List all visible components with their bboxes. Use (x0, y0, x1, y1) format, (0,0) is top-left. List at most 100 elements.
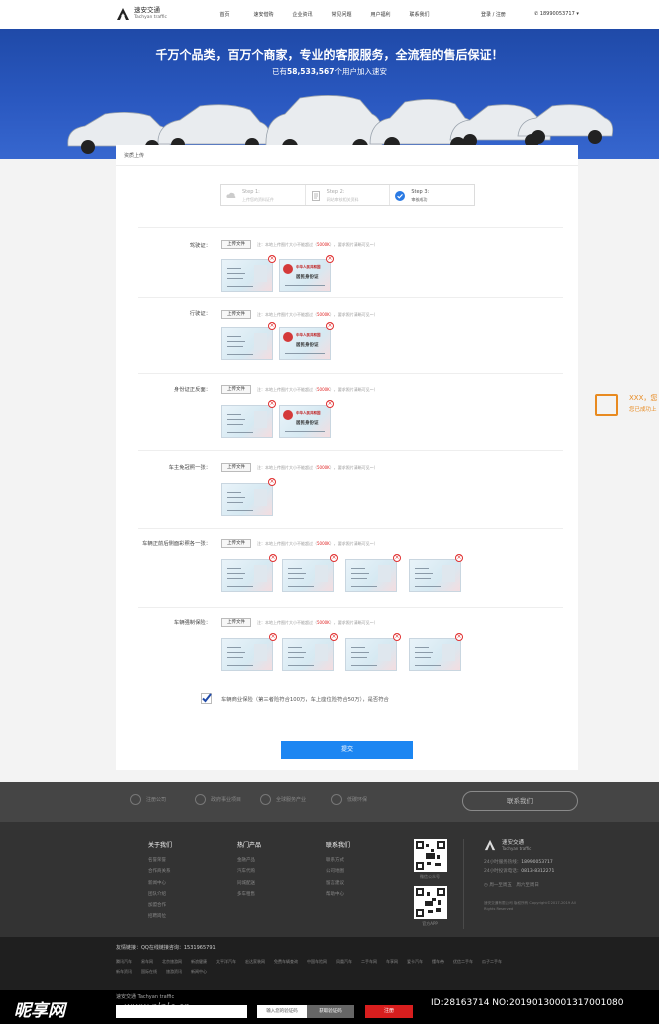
insurance-checkbox[interactable] (201, 693, 212, 704)
watermark: 昵享网 (14, 1001, 65, 1021)
service-hours: ◷ 周一至周五 周六至周日 (484, 883, 539, 888)
verification-code-input[interactable]: 输入您的验证码 (257, 1005, 307, 1018)
nav-benefits[interactable]: 用户福利 (361, 11, 400, 18)
nav-contact[interactable]: 联系我们 (400, 11, 439, 18)
step-progress: Step 1: 上传您的资料证件 Step 2: 网站审核相关资料 Step 3… (220, 184, 475, 206)
nav-purchase[interactable]: 速安借购 (244, 11, 283, 18)
remove-image-icon[interactable]: × (455, 554, 463, 562)
remove-image-icon[interactable]: × (393, 554, 401, 562)
register-button[interactable]: 注册 (365, 1005, 413, 1018)
id-card-front-thumbnail[interactable] (221, 405, 273, 438)
submit-button[interactable]: 提交 (281, 741, 413, 759)
vehicle-photo-thumbnail[interactable] (409, 559, 461, 592)
vehicle-photo-thumbnail[interactable] (282, 559, 334, 592)
vehicle-photo-thumbnail[interactable] (221, 559, 273, 592)
phone-input[interactable] (116, 1005, 247, 1018)
login-register-link[interactable]: 登录 / 注册 (481, 11, 506, 18)
certificate-icon (595, 394, 618, 416)
id-card-back-thumbnail[interactable]: 中华人民共和国 居民身份证 (279, 259, 331, 292)
document-review-icon (311, 191, 320, 201)
remove-image-icon[interactable]: × (330, 554, 338, 562)
step-1: Step 1: 上传您的资料证件 (221, 185, 306, 205)
field-label: 车辆正前后侧面彩照各一张： (142, 541, 211, 547)
remove-image-icon[interactable]: × (326, 400, 334, 408)
id-card-front-thumbnail[interactable] (221, 483, 273, 516)
link-row: 腾讯汽车 易车网 北京旅游网 新浪健康 太平洋汽车 宏达家装网 免费车辆查询 中国车险网 凤凰汽… (116, 959, 502, 964)
get-code-button[interactable]: 获取验证码 (307, 1005, 354, 1018)
footer-features: 注册公司 政府事业项目 全球服务产业 低碳环保 联系我们 (0, 782, 659, 822)
field-label: 车辆强制保险： (173, 620, 211, 626)
remove-image-icon[interactable]: × (326, 255, 334, 263)
brand-logo[interactable]: 速安交通 Tachyan traffic (116, 7, 167, 21)
chevron-down-icon: ▾ (574, 11, 579, 17)
upload-button[interactable]: 上传文件 (221, 618, 251, 627)
banner-title: 千万个品类，百万个商家，专业的客服服务，全流程的售后保证！ (155, 48, 504, 62)
insurance-confirm: 车辆商业保险（第三者险符合100万，车上座位险符合50万），是否符合 (201, 693, 389, 704)
insurance-confirm-label: 车辆商业保险（第三者险符合100万，车上座位险符合50万），是否符合 (221, 696, 389, 703)
bottom-brand: 速安交通 Tachyan traffic (116, 994, 175, 1000)
divider (138, 373, 563, 374)
feature-item: 政府事业项目 (195, 794, 241, 805)
remove-image-icon[interactable]: × (330, 633, 338, 641)
id-card-back-thumbnail[interactable]: 中华人民共和国 居民身份证 (279, 405, 331, 438)
vehicle-photo-thumbnail[interactable] (345, 559, 397, 592)
upload-panel: 资质上传 Step 1: 上传您的资料证件 Step 2: 网站审核相关资料 S… (116, 145, 578, 770)
feature-item: 注册公司 (130, 794, 166, 805)
remove-image-icon[interactable]: × (455, 633, 463, 641)
insurance-photo-thumbnail[interactable] (409, 638, 461, 671)
phone-number: 18990053717 (539, 11, 575, 17)
divider (138, 450, 563, 451)
friend-links-title: 友情链接：QQ在线链接咨询：1531965791 (116, 945, 216, 951)
remove-image-icon[interactable]: × (268, 400, 276, 408)
footer: 关于我们 名誉荣誉 合作商关系 新闻中心 团队介绍 加盟合作 招聘岗位 热门产品… (0, 822, 659, 937)
remove-image-icon[interactable]: × (269, 554, 277, 562)
insurance-photo-thumbnail[interactable] (282, 638, 334, 671)
upload-button[interactable]: 上传文件 (221, 385, 251, 394)
page-title: 资质上传 (124, 153, 145, 159)
complaint-hotline: 24小时投诉电话：0813-8312271 (484, 869, 555, 874)
contact-us-button[interactable]: 联系我们 (462, 791, 578, 811)
floating-notification[interactable]: XXX，您 您已成功上 (591, 391, 659, 421)
upload-button[interactable]: 上传文件 (221, 539, 251, 548)
top-navbar: 速安交通 Tachyan traffic 首页 速安借购 企业资讯 常见问题 用… (0, 0, 659, 29)
nav-home[interactable]: 首页 (205, 11, 244, 18)
friend-links: 友情链接：QQ在线链接咨询：1531965791 腾讯汽车 易车网 北京旅游网 新浪健… (0, 937, 659, 990)
upload-button[interactable]: 上传文件 (221, 463, 251, 472)
nav-faq[interactable]: 常见问题 (322, 11, 361, 18)
step-3: Step 3: 审核成功 (390, 185, 474, 205)
company-icon (130, 794, 141, 805)
id-card-back-thumbnail[interactable]: 中华人民共和国 居民身份证 (279, 327, 331, 360)
brand-name: 速安交通 (134, 6, 160, 14)
hero-banner: 千万个品类，百万个商家，专业的客服服务，全流程的售后保证！ 已有58,533,5… (0, 29, 659, 159)
upload-hint: 注：本地上传图片大小不能超过（5000K），要求照片清晰可见～） (257, 620, 378, 625)
upload-button[interactable]: 上传文件 (221, 310, 251, 319)
service-hotline: 24小时服务热线：18990053717 (484, 860, 553, 865)
feature-item: 全球服务产业 (260, 794, 306, 805)
footer-col-products: 热门产品 金融产品 汽车代购 同城配送 多车租售 (237, 842, 262, 897)
phone-dropdown[interactable]: ✆ 18990053717 ▾ (534, 11, 579, 17)
app-qr-code (414, 886, 447, 919)
remove-image-icon[interactable]: × (269, 633, 277, 641)
upload-hint: 注：本地上传图片大小不能超过（5000K），要求照片清晰可见～） (257, 312, 378, 317)
nav-news[interactable]: 企业资讯 (283, 11, 322, 18)
copyright: 速安交通有限公司 版权所有 Copyright©2017-2019 All Ri… (484, 901, 576, 911)
id-card-front-thumbnail[interactable] (221, 259, 273, 292)
remove-image-icon[interactable]: × (268, 255, 276, 263)
upload-button[interactable]: 上传文件 (221, 240, 251, 249)
remove-image-icon[interactable]: × (268, 478, 276, 486)
check-circle-icon (395, 191, 406, 201)
insurance-photo-thumbnail[interactable] (221, 638, 273, 671)
field-label: 身份证正反面： (173, 387, 211, 393)
remove-image-icon[interactable]: × (326, 322, 334, 330)
divider (138, 297, 563, 298)
id-card-front-thumbnail[interactable] (221, 327, 273, 360)
field-label: 行驶证： (189, 311, 211, 317)
divider (138, 528, 563, 529)
remove-image-icon[interactable]: × (268, 322, 276, 330)
divider (463, 839, 464, 929)
step-2: Step 2: 网站审核相关资料 (306, 185, 391, 205)
remove-image-icon[interactable]: × (393, 633, 401, 641)
insurance-photo-thumbnail[interactable] (345, 638, 397, 671)
wechat-qr-code (414, 839, 447, 872)
main-nav: 首页 速安借购 企业资讯 常见问题 用户福利 联系我们 (205, 11, 439, 18)
